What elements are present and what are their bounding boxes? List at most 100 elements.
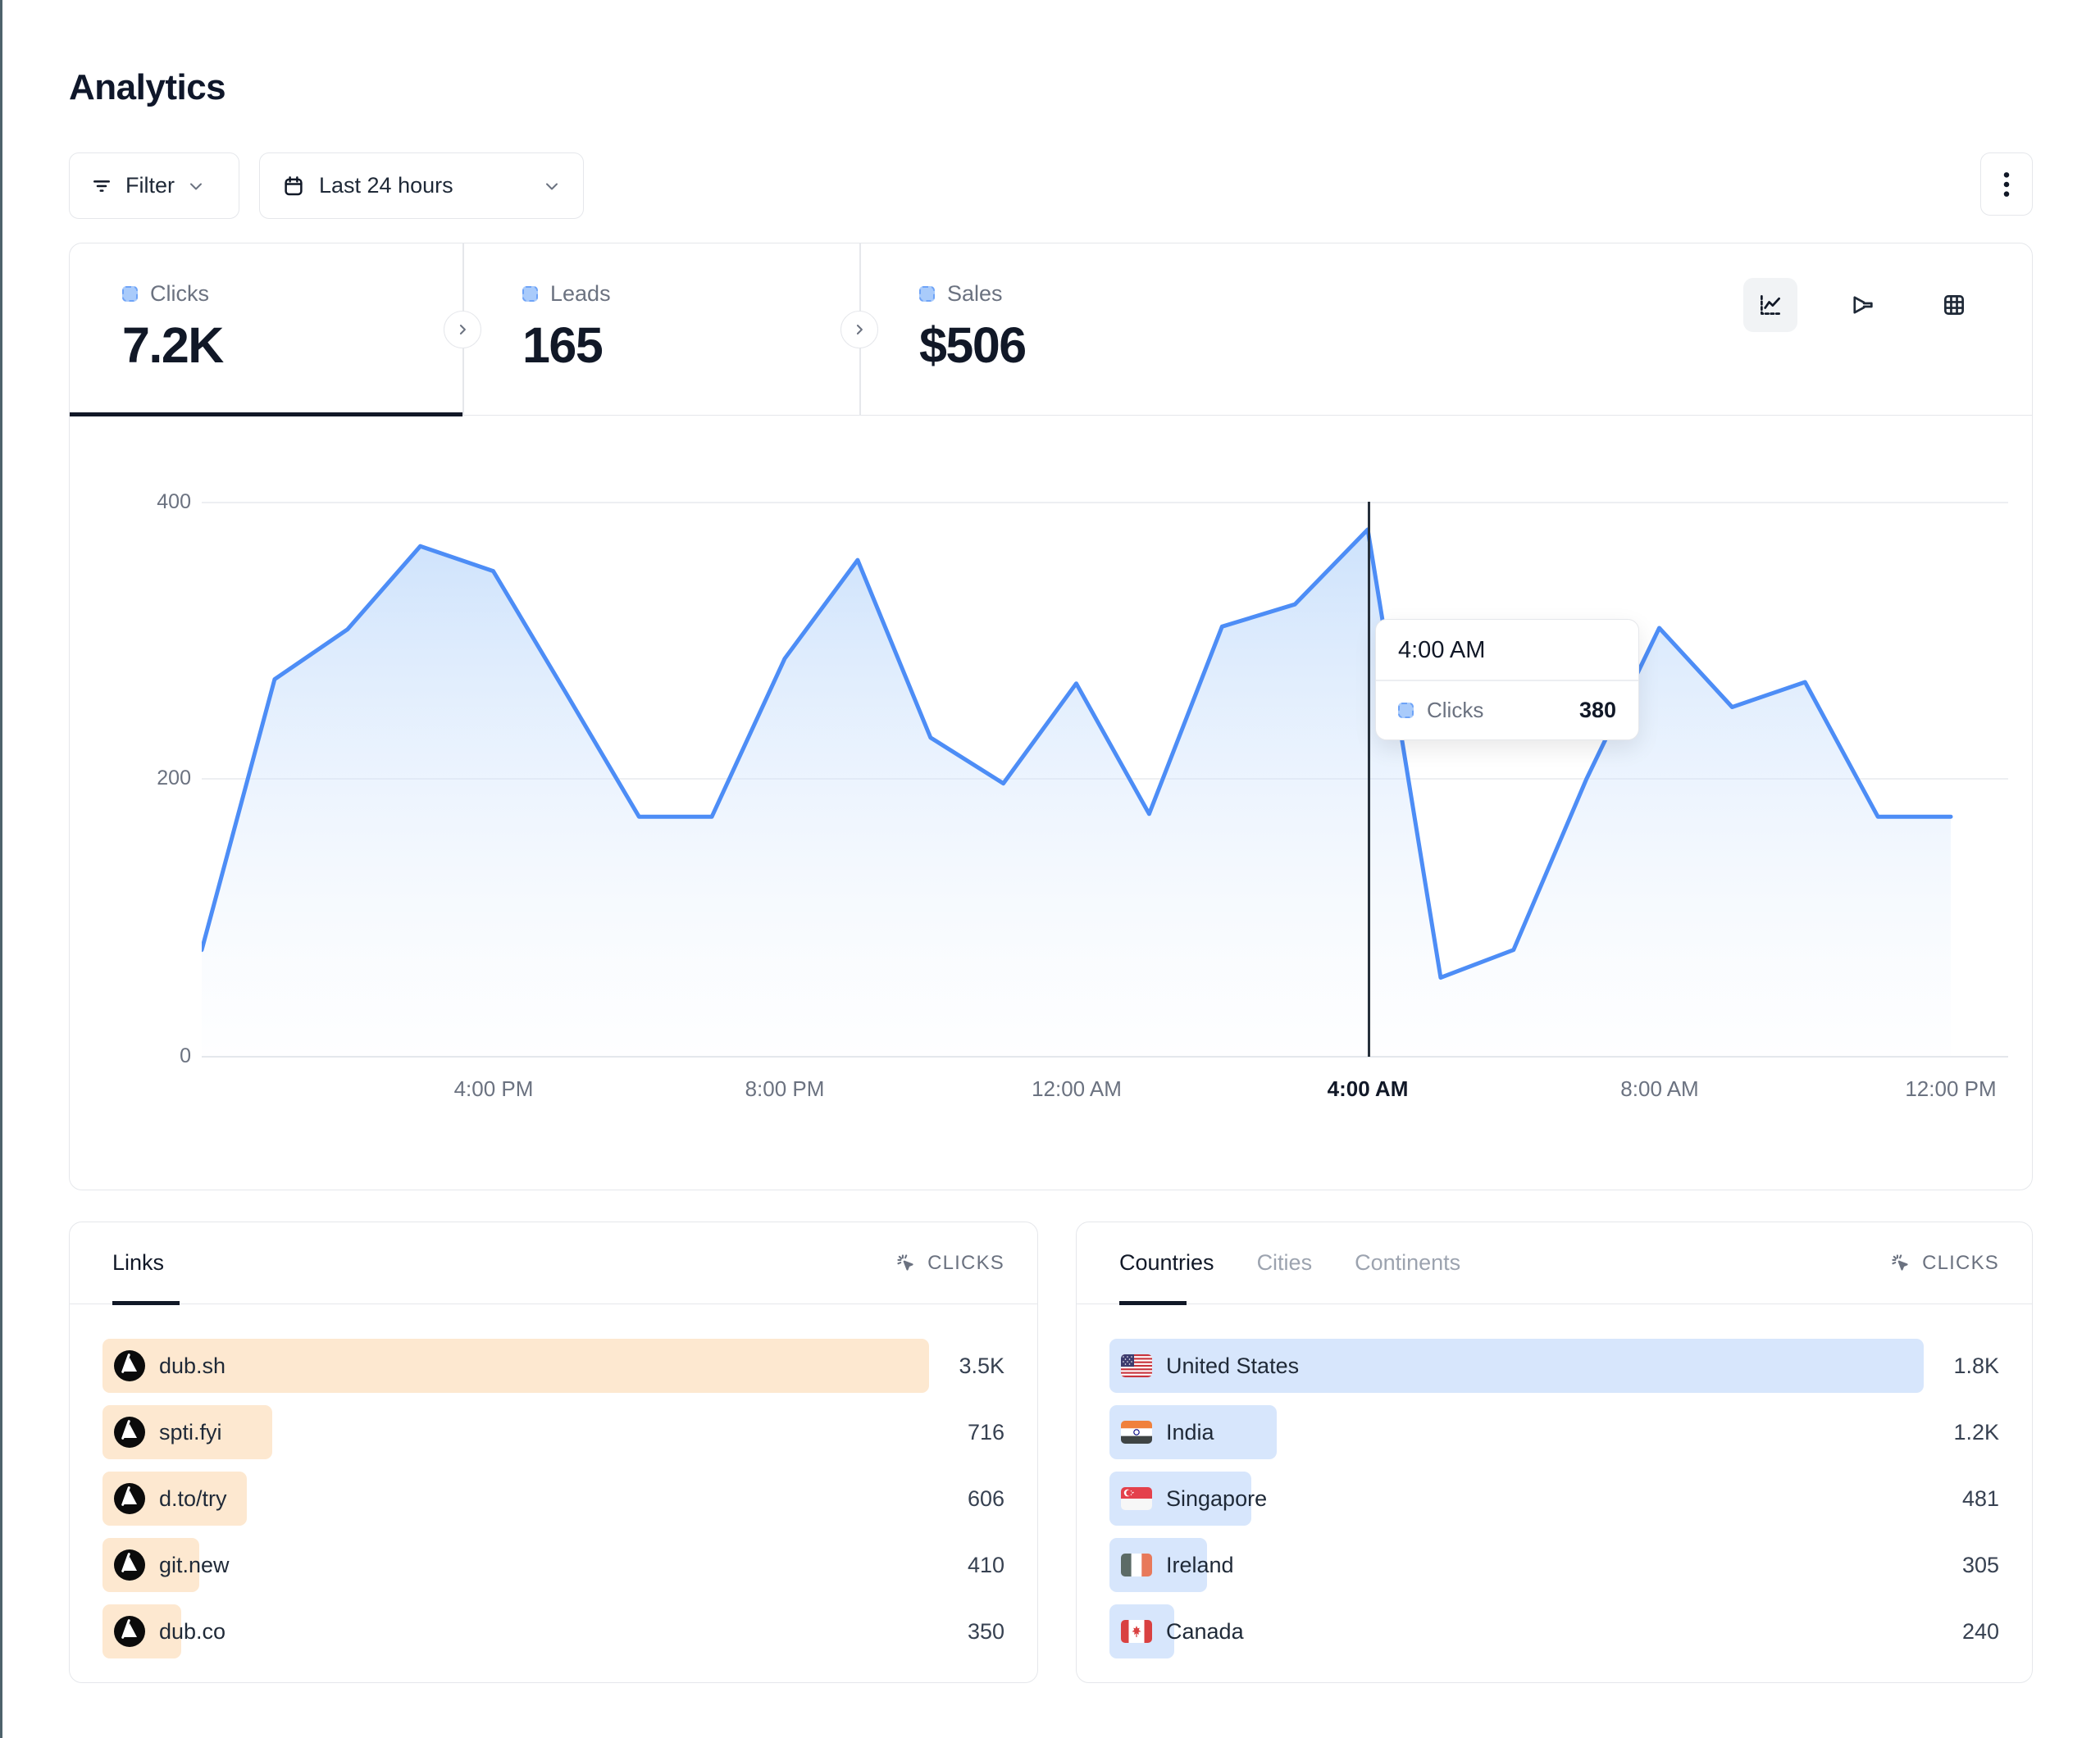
date-range-label: Last 24 hours [319,173,453,198]
country-label: Canada [1166,1619,1244,1645]
x-axis-tick: 12:00 PM [1877,1076,2025,1102]
line-chart-icon [1756,291,1784,319]
analytics-card: Clicks 7.2K Leads 165 Sales $506 [69,243,2033,1190]
country-row[interactable]: United States 1.8K [1109,1339,1999,1393]
table-view-toggle[interactable] [1927,278,1981,332]
expand-leads-button[interactable] [840,311,878,348]
country-label: Ireland [1166,1553,1234,1578]
country-clicks: 1.8K [1924,1354,1999,1379]
hover-crosshair [1368,502,1370,1057]
x-axis-tick: 12:00 AM [1003,1076,1150,1102]
calendar-icon [281,174,306,198]
country-row[interactable]: Singapore 481 [1109,1472,1999,1526]
y-axis-tick: 200 [112,767,191,790]
leads-legend-icon [522,286,538,302]
tab-cities[interactable]: Cities [1257,1222,1313,1304]
stat-label: Clicks [150,281,209,307]
link-label: git.new [159,1553,230,1578]
link-label: spti.fyi [159,1420,222,1445]
sales-value: $506 [919,316,1287,374]
dub-logo-icon [114,1616,145,1647]
tab-sales[interactable]: Sales $506 [860,243,1287,416]
country-clicks: 481 [1924,1486,1999,1512]
link-row[interactable]: spti.fyi 716 [102,1405,1004,1459]
x-axis-tick: 4:00 PM [420,1076,567,1102]
line-chart-toggle[interactable] [1743,278,1797,332]
countries-metric-selector[interactable]: CLICKS [1889,1252,1999,1275]
active-tab-underline [70,412,462,416]
links-metric-selector[interactable]: CLICKS [895,1252,1004,1275]
metric-label: CLICKS [1922,1252,1999,1275]
y-axis-tick: 400 [112,490,191,514]
funnel-chart-toggle[interactable] [1835,278,1889,332]
tab-clicks[interactable]: Clicks 7.2K [70,243,462,416]
funnel-chart-icon [1848,291,1876,319]
dub-logo-icon [114,1549,145,1581]
country-label: India [1166,1420,1214,1445]
clicks-legend-icon [122,286,138,302]
link-row[interactable]: d.to/try 606 [102,1472,1004,1526]
link-row[interactable]: dub.sh 3.5K [102,1339,1004,1393]
country-row[interactable]: Canada 240 [1109,1604,1999,1658]
tab-countries[interactable]: Countries [1119,1222,1214,1304]
dub-logo-icon [114,1483,145,1514]
cursor-click-icon [1889,1252,1912,1275]
date-range-button[interactable]: Last 24 hours [259,152,584,219]
x-axis-tick: 8:00 AM [1586,1076,1733,1102]
clicks-value: 7.2K [122,316,462,374]
link-clicks: 350 [929,1619,1004,1645]
links-panel: Links CLICKS dub.sh 3.5K sp [69,1222,1038,1683]
country-row[interactable]: India 1.2K [1109,1405,1999,1459]
tooltip-value: 380 [1579,698,1616,723]
chevron-right-icon [851,321,868,338]
clicks-legend-icon [1398,703,1414,718]
x-axis-tick: 8:00 PM [711,1076,859,1102]
expand-clicks-button[interactable] [444,311,481,348]
filter-icon [89,174,114,198]
tab-links[interactable]: Links [112,1222,164,1304]
filter-button[interactable]: Filter [69,152,239,219]
countries-panel: Countries Cities Continents CLICKS Unite… [1076,1222,2033,1683]
sales-legend-icon [919,286,935,302]
chart-tooltip: 4:00 AM Clicks 380 [1375,619,1639,740]
stat-label: Leads [550,281,611,307]
stats-header: Clicks 7.2K Leads 165 Sales $506 [70,243,2032,416]
country-label: United States [1166,1354,1299,1379]
filter-button-label: Filter [125,173,175,198]
tab-leads[interactable]: Leads 165 [463,243,859,416]
clicks-area-chart[interactable] [202,502,2008,1057]
link-clicks: 3.5K [929,1354,1004,1379]
area-fill [202,530,1951,1057]
grid-table-icon [1940,291,1968,319]
more-options-button[interactable] [1980,152,2033,216]
dub-logo-icon [114,1350,145,1381]
country-clicks: 305 [1924,1553,1999,1578]
window-edge-accent [0,0,2,1738]
metric-label: CLICKS [927,1252,1004,1275]
flag-canada-icon [1121,1620,1152,1643]
link-row[interactable]: dub.co 350 [102,1604,1004,1658]
chevron-right-icon [454,321,471,338]
country-clicks: 240 [1924,1619,1999,1645]
flag-united-states-icon [1121,1354,1152,1377]
country-label: Singapore [1166,1486,1267,1512]
dub-logo-icon [114,1417,145,1448]
flag-ireland-icon [1121,1554,1152,1576]
link-clicks: 716 [929,1420,1004,1445]
link-label: dub.co [159,1619,225,1645]
country-clicks: 1.2K [1924,1420,1999,1445]
leads-value: 165 [522,316,859,374]
country-row[interactable]: Ireland 305 [1109,1538,1999,1592]
tab-continents[interactable]: Continents [1355,1222,1460,1304]
link-row[interactable]: git.new 410 [102,1538,1004,1592]
tooltip-series-label: Clicks [1427,698,1483,723]
link-label: dub.sh [159,1354,225,1379]
chevron-down-icon [186,176,206,196]
x-axis-tick-active: 4:00 AM [1294,1076,1442,1102]
cursor-click-icon [895,1252,918,1275]
link-clicks: 606 [929,1486,1004,1512]
page-title: Analytics [69,67,225,108]
chart-type-switcher [1743,278,1981,332]
y-axis-tick: 0 [112,1044,191,1068]
flag-singapore-icon [1121,1487,1152,1510]
